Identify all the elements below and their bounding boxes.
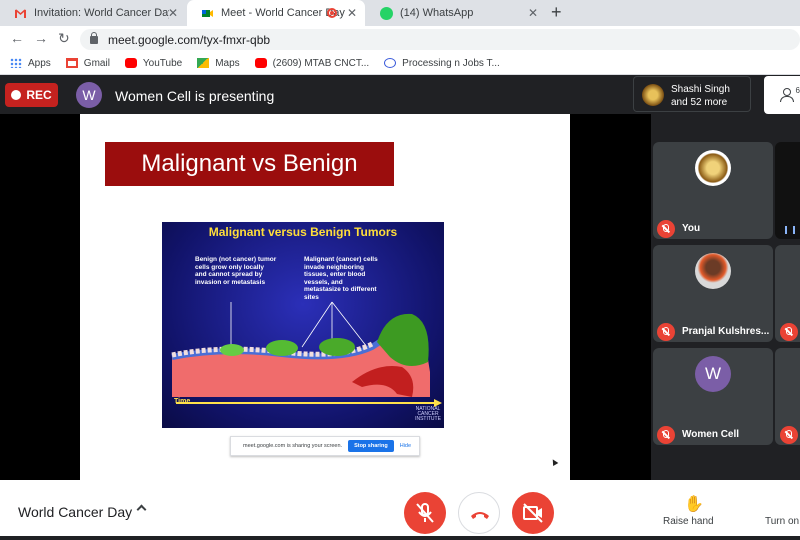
reload-icon[interactable]: ↻ — [58, 30, 70, 47]
speaker-name: Shashi Singh — [671, 84, 730, 95]
stop-sharing-button[interactable]: Stop sharing — [348, 440, 394, 452]
hide-button[interactable]: Hide — [400, 443, 411, 449]
participant-avatar — [695, 253, 731, 289]
tab-gmail[interactable]: Invitation: World Cancer Day @ T ✕ — [0, 0, 186, 26]
browser-tab-strip: Invitation: World Cancer Day @ T ✕ Meet … — [0, 0, 800, 26]
bookmark-mtab[interactable]: (2609) MTAB CNCT... — [254, 58, 369, 69]
close-tab-icon[interactable]: ✕ — [528, 6, 538, 20]
participant-tile-partial[interactable] — [775, 348, 800, 445]
browser-toolbar: ← → ↻ meet.google.com/tyx-fmxr-qbb — [0, 26, 800, 52]
tab-whatsapp[interactable]: (14) WhatsApp ✕ — [366, 0, 546, 26]
turn-on-label[interactable]: Turn on — [765, 516, 799, 527]
participant-tile-partial[interactable] — [775, 245, 800, 342]
share-status-text: meet.google.com is sharing your screen. — [243, 443, 343, 449]
apps-grid-icon — [10, 58, 22, 68]
participant-avatar — [695, 150, 731, 186]
participant-name: You — [682, 223, 701, 234]
participant-name: Pranjal Kulshres... — [682, 326, 770, 337]
bookmark-gmail[interactable]: Gmail — [65, 58, 110, 69]
url-text: meet.google.com/tyx-fmxr-qbb — [108, 32, 271, 47]
participant-tile[interactable]: Pranjal Kulshres... — [653, 245, 773, 342]
meeting-controls: World Cancer Day — [0, 480, 800, 536]
bookmark-maps[interactable]: Maps — [197, 58, 240, 69]
tab-meet[interactable]: Meet - World Cancer Day ✕ — [187, 0, 365, 26]
emblem-avatar — [642, 84, 664, 106]
participant-tile-partial[interactable] — [775, 142, 800, 239]
address-bar[interactable]: meet.google.com/tyx-fmxr-qbb — [80, 29, 800, 50]
shared-slide: Malignant vs Benign Malignant versus Ben… — [80, 114, 570, 480]
nci-logo: NATIONAL CANCER INSTITUTE — [415, 406, 441, 422]
camera-off-icon — [523, 503, 543, 523]
gmail-icon — [14, 7, 27, 20]
mic-off-icon — [416, 503, 434, 523]
mic-toggle-button[interactable] — [404, 492, 446, 534]
raise-hand-label[interactable]: Raise hand — [663, 516, 714, 527]
tissue-illustration — [171, 301, 442, 407]
close-tab-icon[interactable]: ✕ — [347, 6, 357, 20]
presentation-area: Malignant vs Benign Malignant versus Ben… — [0, 114, 651, 480]
mic-off-icon — [657, 426, 675, 444]
recording-badge[interactable]: REC — [5, 83, 58, 107]
bookmark-apps[interactable]: Apps — [10, 58, 51, 69]
gmail-icon — [65, 58, 78, 68]
meeting-title[interactable]: World Cancer Day — [18, 504, 132, 520]
tumor-diagram: Malignant versus Benign Tumors Benign (n… — [162, 222, 444, 428]
speaking-indicator-icon — [785, 226, 795, 234]
leave-call-button[interactable] — [458, 492, 500, 534]
people-count: 6 — [795, 86, 800, 95]
whatsapp-icon — [380, 6, 393, 20]
new-tab-icon[interactable]: + — [551, 2, 562, 23]
atom-icon — [384, 58, 397, 68]
participant-avatar: W — [695, 356, 731, 392]
speaker-more: and 52 more — [671, 97, 728, 108]
bookmark-youtube[interactable]: YouTube — [124, 58, 182, 69]
mic-off-icon — [780, 426, 798, 444]
recording-indicator-icon — [327, 8, 337, 18]
hangup-icon — [471, 512, 489, 519]
bookmarks-bar: Apps Gmail YouTube Maps (2609) MTAB CNCT… — [0, 52, 800, 75]
tab-title: (14) WhatsApp — [400, 7, 474, 19]
screen-share-bar: meet.google.com is sharing your screen. … — [230, 436, 420, 456]
people-button[interactable]: 6 — [764, 76, 800, 114]
mouse-cursor-icon — [548, 455, 560, 468]
mic-off-icon — [657, 323, 675, 341]
raise-hand-icon[interactable]: ✋ — [684, 494, 704, 514]
mic-off-icon — [657, 220, 675, 238]
presenting-label: Women Cell is presenting — [115, 88, 275, 104]
active-speaker-card[interactable]: Shashi Singh and 52 more — [633, 76, 751, 112]
slide-title: Malignant vs Benign — [105, 142, 394, 186]
youtube-icon — [254, 58, 267, 68]
participant-tile[interactable]: You — [653, 142, 773, 239]
presenter-avatar: W — [76, 82, 102, 108]
record-dot-icon — [11, 90, 22, 100]
youtube-icon — [124, 58, 137, 68]
close-tab-icon[interactable]: ✕ — [168, 6, 178, 20]
camera-toggle-button[interactable] — [512, 492, 554, 534]
bookmark-processing[interactable]: Processing n Jobs T... — [384, 58, 500, 69]
participant-panel: You Pranjal Kulshres... W Women Cell — [651, 114, 800, 480]
meet-icon — [201, 7, 214, 20]
tab-title: Invitation: World Cancer Day @ T — [34, 7, 169, 19]
forward-icon[interactable]: → — [34, 30, 48, 46]
maps-icon — [197, 58, 210, 68]
back-icon[interactable]: ← — [10, 30, 24, 46]
time-axis-label: Time — [174, 398, 191, 405]
participant-name: Women Cell — [682, 429, 740, 440]
participant-tile[interactable]: W Women Cell — [653, 348, 773, 445]
mic-off-icon — [780, 323, 798, 341]
chevron-up-icon[interactable] — [136, 504, 147, 515]
lock-icon — [90, 31, 98, 44]
people-icon — [780, 88, 794, 102]
